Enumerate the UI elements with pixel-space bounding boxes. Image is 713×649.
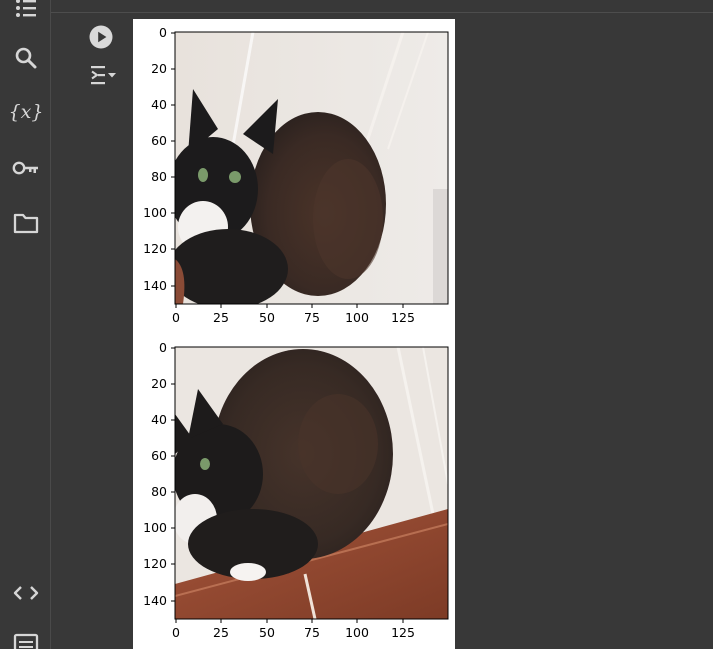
- x-tick-label: 100: [345, 310, 369, 325]
- variables-icon[interactable]: {x}: [7, 93, 45, 131]
- x-tick-label: 25: [213, 625, 229, 640]
- list-icon[interactable]: [7, 0, 45, 25]
- cell-gutter: [51, 13, 133, 649]
- y-tick-label: 140: [143, 278, 167, 293]
- y-tick-label: 100: [143, 205, 167, 220]
- y-tick-label: 20: [151, 61, 167, 76]
- search-icon[interactable]: [7, 39, 45, 77]
- y-tick-label: 0: [159, 340, 167, 355]
- variables-glyph: {x}: [10, 101, 42, 123]
- code-icon[interactable]: [7, 574, 45, 612]
- y-tick-label: 20: [151, 376, 167, 391]
- y-tick-label: 0: [159, 25, 167, 40]
- cell-top-border: [51, 12, 713, 13]
- x-tick-label: 75: [304, 310, 320, 325]
- cell-output: 0 20 40 60 80 100 120 140 0 25 50 75 100…: [133, 19, 455, 649]
- play-circle-icon[interactable]: [88, 24, 114, 50]
- y-tick-label: 80: [151, 484, 167, 499]
- left-sidebar: {x}: [0, 0, 51, 649]
- x-tick-label: 100: [345, 625, 369, 640]
- y-tick-label: 60: [151, 133, 167, 148]
- image-plot-1: 0 20 40 60 80 100 120 140 0 25 50 75 100…: [133, 19, 455, 334]
- x-tick-label: 50: [259, 625, 275, 640]
- key-icon[interactable]: [7, 149, 45, 187]
- plot-2-yticks: [171, 347, 175, 602]
- y-tick-label: 120: [143, 241, 167, 256]
- y-tick-label: 140: [143, 593, 167, 608]
- y-tick-label: 100: [143, 520, 167, 535]
- x-tick-label: 50: [259, 310, 275, 325]
- terminal-icon[interactable]: [7, 625, 45, 649]
- plot-1-xticks: [175, 304, 404, 308]
- x-tick-label: 75: [304, 625, 320, 640]
- cat-image-2: [175, 347, 448, 619]
- plot-2-xticks: [175, 619, 404, 623]
- y-tick-label: 40: [151, 97, 167, 112]
- image-plot-2: 0 20 40 60 80 100 120 140 0 25 50 75 100…: [133, 334, 455, 649]
- output-menu-icon[interactable]: [87, 62, 119, 88]
- folder-icon[interactable]: [7, 204, 45, 242]
- y-tick-label: 40: [151, 412, 167, 427]
- x-tick-label: 125: [391, 625, 415, 640]
- y-tick-label: 120: [143, 556, 167, 571]
- plot-1-yticks: [171, 32, 175, 287]
- x-tick-label: 125: [391, 310, 415, 325]
- x-tick-label: 25: [213, 310, 229, 325]
- y-tick-label: 80: [151, 169, 167, 184]
- cat-image-1: [175, 32, 448, 304]
- x-tick-label: 0: [172, 310, 180, 325]
- x-tick-label: 0: [172, 625, 180, 640]
- y-tick-label: 60: [151, 448, 167, 463]
